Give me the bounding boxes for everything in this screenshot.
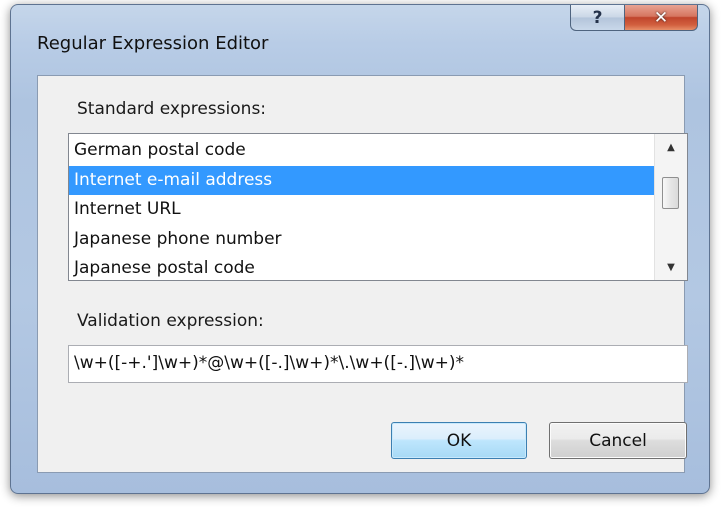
scrollbar-thumb[interactable] <box>662 177 679 209</box>
ok-button[interactable]: OK <box>391 422 527 459</box>
close-icon: ✕ <box>653 7 669 28</box>
cancel-button[interactable]: Cancel <box>549 422 687 459</box>
list-item[interactable]: Internet URL <box>69 195 654 225</box>
cancel-button-label: Cancel <box>589 430 647 451</box>
dialog-window: Regular Expression Editor ? ✕ Standard e… <box>10 4 710 494</box>
caption-buttons: ? ✕ <box>570 5 698 31</box>
list-item-selected[interactable]: Internet e-mail address <box>69 165 654 195</box>
list-item[interactable]: German postal code <box>69 136 654 166</box>
list-item[interactable]: Japanese postal code <box>69 254 654 280</box>
help-button[interactable]: ? <box>570 5 625 31</box>
scroll-up-arrow-icon[interactable]: ▲ <box>655 136 687 158</box>
help-icon: ? <box>592 7 603 28</box>
close-button[interactable]: ✕ <box>625 5 698 31</box>
standard-expressions-label: Standard expressions: <box>77 99 267 119</box>
scroll-down-arrow-icon[interactable]: ▼ <box>655 256 687 278</box>
list-scrollbar[interactable]: ▲ ▼ <box>654 134 687 280</box>
list-items: German postal code Internet e-mail addre… <box>69 136 654 280</box>
ok-button-label: OK <box>446 430 472 451</box>
list-item[interactable]: Japanese phone number <box>69 225 654 255</box>
title-bar[interactable]: Regular Expression Editor ? ✕ <box>11 5 709 73</box>
dialog-title: Regular Expression Editor <box>37 33 269 54</box>
standard-expressions-list[interactable]: German postal code Internet e-mail addre… <box>68 133 688 281</box>
dialog-client-area: Standard expressions: German postal code… <box>37 75 688 473</box>
validation-expression-label: Validation expression: <box>77 311 264 331</box>
validation-expression-input[interactable]: \w+([-+.']\w+)*@\w+([-.]\w+)*\.\w+([-.]\… <box>68 345 688 383</box>
